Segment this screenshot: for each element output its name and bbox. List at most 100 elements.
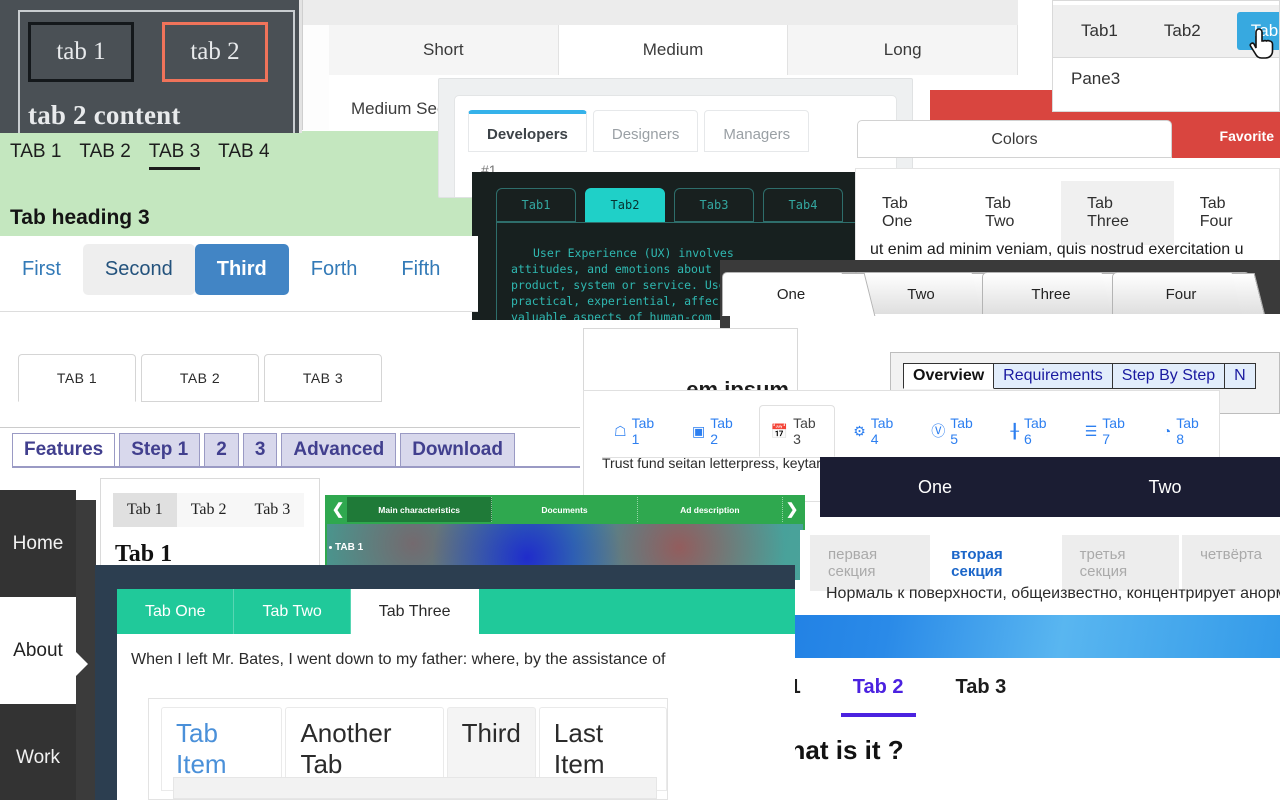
sml-tab-long[interactable]: Long <box>788 25 1018 75</box>
blue-card-tablist: Tab 1 Tab 2 Tab 3 <box>720 658 1280 720</box>
green-tab-2[interactable]: TAB 2 <box>79 141 130 170</box>
tab123-tablist: Tab1 Tab2 Tab3 <box>1053 5 1279 58</box>
tab-three[interactable]: Tab Three <box>1061 181 1174 245</box>
green-tab-4[interactable]: TAB 4 <box>218 141 269 170</box>
overview-tab-step-by-step[interactable]: Step By Step <box>1112 363 1226 389</box>
russian-tabs-widget: первая секция вторая секция третья секци… <box>800 530 1280 618</box>
overview-tab-requirements[interactable]: Requirements <box>994 363 1113 389</box>
icon-tablist: ☖ Tab 1 ▣ Tab 2 📅 Tab 3 ⚙ Tab 4 Ⓥ Tab 5 … <box>602 405 1219 458</box>
green-tab-3[interactable]: TAB 3 <box>148 141 201 170</box>
icon-tab-2-label: Tab 2 <box>710 415 733 447</box>
calendar-icon: 📅 <box>770 423 789 439</box>
skeu-tab-one[interactable]: One <box>722 272 876 316</box>
sml-tab-medium[interactable]: Medium <box>558 25 789 75</box>
features-tab-2[interactable]: 2 <box>204 433 239 467</box>
tab-two[interactable]: Tab Two <box>959 181 1061 245</box>
features-tab-3[interactable]: 3 <box>242 433 278 467</box>
icon-tab-3[interactable]: 📅 Tab 3 <box>758 405 836 457</box>
russian-tab-4[interactable]: четвёрта <box>1182 535 1280 591</box>
features-tab-step1[interactable]: Step 1 <box>119 433 201 467</box>
features-tab-advanced[interactable]: Advanced <box>281 433 397 467</box>
navy-tablist: Tab One Tab Two Tab Three <box>117 589 795 634</box>
green-tab-1[interactable]: TAB 1 <box>10 141 61 170</box>
serif-tab-1[interactable]: Tab 1 <box>113 493 177 527</box>
pill-first[interactable]: First <box>0 244 83 295</box>
dark-tab-content: tab 2 content <box>28 100 181 130</box>
icon-tab-4[interactable]: ⚙ Tab 4 <box>841 405 913 457</box>
outlined-tab-2[interactable]: TAB 2 <box>141 354 259 402</box>
icon-tab-7[interactable]: ☰ Tab 7 <box>1073 405 1145 457</box>
pill-third[interactable]: Third <box>194 244 289 295</box>
dark-tab-1[interactable]: tab 1 <box>28 22 134 82</box>
russian-tab-2[interactable]: вторая секция <box>933 535 1059 591</box>
bullet-icon <box>329 546 332 549</box>
serif-tab-2[interactable]: Tab 2 <box>176 493 241 527</box>
teal-tab-4[interactable]: Tab4 <box>763 188 843 222</box>
russian-tabs-body: Нормаль к поверхности, общеизвестно, кон… <box>826 585 1280 602</box>
blue-card-surface: Tab 1 Tab 2 Tab 3 What is it ? <box>720 658 1280 800</box>
tab-four[interactable]: Tab Four <box>1174 181 1279 245</box>
overview-tab-next[interactable]: N <box>1225 363 1256 389</box>
roles-tab-managers[interactable]: Managers <box>704 110 810 152</box>
russian-tab-1[interactable]: первая секция <box>810 535 931 591</box>
sml-tablist: Short Medium Long <box>329 25 1018 75</box>
features-tab-download[interactable]: Download <box>400 433 515 467</box>
outlined-tab-1[interactable]: TAB 1 <box>18 354 136 402</box>
nav-active-arrow-icon <box>74 650 88 678</box>
pill-second[interactable]: Second <box>82 244 195 295</box>
pill-fifth[interactable]: Fifth <box>379 244 462 295</box>
serif-tablist: Tab 1 Tab 2 Tab 3 <box>113 493 305 527</box>
roles-tab-developers[interactable]: Developers <box>468 110 587 152</box>
blue-tab-2[interactable]: Tab 2 <box>840 676 916 717</box>
dark-tab-one[interactable]: One <box>820 457 1050 517</box>
tab-one-four-tablist: Tab One Tab Two Tab Three Tab Four <box>856 181 1279 245</box>
serif-tab-3[interactable]: Tab 3 <box>240 493 305 527</box>
tab123-tab-2[interactable]: Tab2 <box>1154 15 1211 47</box>
tab-one[interactable]: Tab One <box>856 181 959 245</box>
window-icon: ▣ <box>692 423 706 439</box>
pill-sixth[interactable]: Sixth <box>462 244 478 295</box>
tab123-tab-1[interactable]: Tab1 <box>1071 15 1128 47</box>
navy-tab-one[interactable]: Tab One <box>117 589 235 634</box>
skeu-tab-two-label: Two <box>907 285 935 303</box>
nav-item-home[interactable]: Home <box>0 490 76 597</box>
dark-tab-2[interactable]: tab 2 <box>162 22 268 82</box>
sml-toolbar <box>303 0 1018 25</box>
outlined-tab-3[interactable]: TAB 3 <box>264 354 382 402</box>
roles-tab-designers[interactable]: Designers <box>592 110 699 152</box>
blue-tab-3[interactable]: Tab 3 <box>956 676 1007 703</box>
icon-tab-6-label: Tab 6 <box>1023 415 1047 447</box>
skeu-tab-three[interactable]: Three <box>982 272 1136 316</box>
teal-tab-2[interactable]: Tab2 <box>585 188 665 222</box>
chevron-left-icon[interactable]: ❮ <box>327 495 349 523</box>
teal-tab-1[interactable]: Tab1 <box>496 188 576 222</box>
features-tab-features[interactable]: Features <box>12 433 116 467</box>
icon-tab-2[interactable]: ▣ Tab 2 <box>680 405 753 457</box>
icon-tab-6[interactable]: ╂ Tab 6 <box>999 405 1067 457</box>
russian-tab-3[interactable]: третья секция <box>1061 535 1180 591</box>
colors-tab[interactable]: Colors <box>857 120 1172 158</box>
dark-one-two-tablist: One Two <box>820 457 1280 517</box>
navy-tab-three[interactable]: Tab Three <box>350 589 479 634</box>
carousel-tab-ad-description[interactable]: Ad description <box>638 497 783 522</box>
navy-tab-two[interactable]: Tab Two <box>234 589 351 634</box>
nav-item-work[interactable]: Work <box>0 704 76 800</box>
icon-tab-1[interactable]: ☖ Tab 1 <box>602 405 674 457</box>
chevron-right-icon[interactable]: ❯ <box>781 495 803 523</box>
nav-item-about[interactable]: About <box>0 597 76 704</box>
sml-tab-short[interactable]: Short <box>329 25 559 75</box>
pill-forth[interactable]: Forth <box>289 244 380 295</box>
overview-tablist: Overview Requirements Step By Step N <box>903 363 1256 389</box>
teal-tab-3[interactable]: Tab3 <box>674 188 754 222</box>
overview-tab-overview[interactable]: Overview <box>903 363 995 389</box>
carousel-tab-documents[interactable]: Documents <box>492 497 638 522</box>
skeu-tab-four[interactable]: Four <box>1112 272 1266 316</box>
globe-icon: Ⓥ <box>931 423 946 439</box>
tab123-blue-widget: Tab1 Tab2 Tab3 Pane3 <box>1052 0 1280 112</box>
carousel-tablist: Main characteristics Documents Ad descri… <box>347 497 783 522</box>
dark-tab-two[interactable]: Two <box>1050 457 1280 517</box>
icon-tab-5[interactable]: Ⓥ Tab 5 <box>919 405 992 457</box>
icon-tab-8[interactable]: ◔ Tab 8 <box>1151 405 1219 457</box>
carousel-tab-main[interactable]: Main characteristics <box>347 497 493 522</box>
favorite-label[interactable]: Favorite <box>1220 128 1274 144</box>
